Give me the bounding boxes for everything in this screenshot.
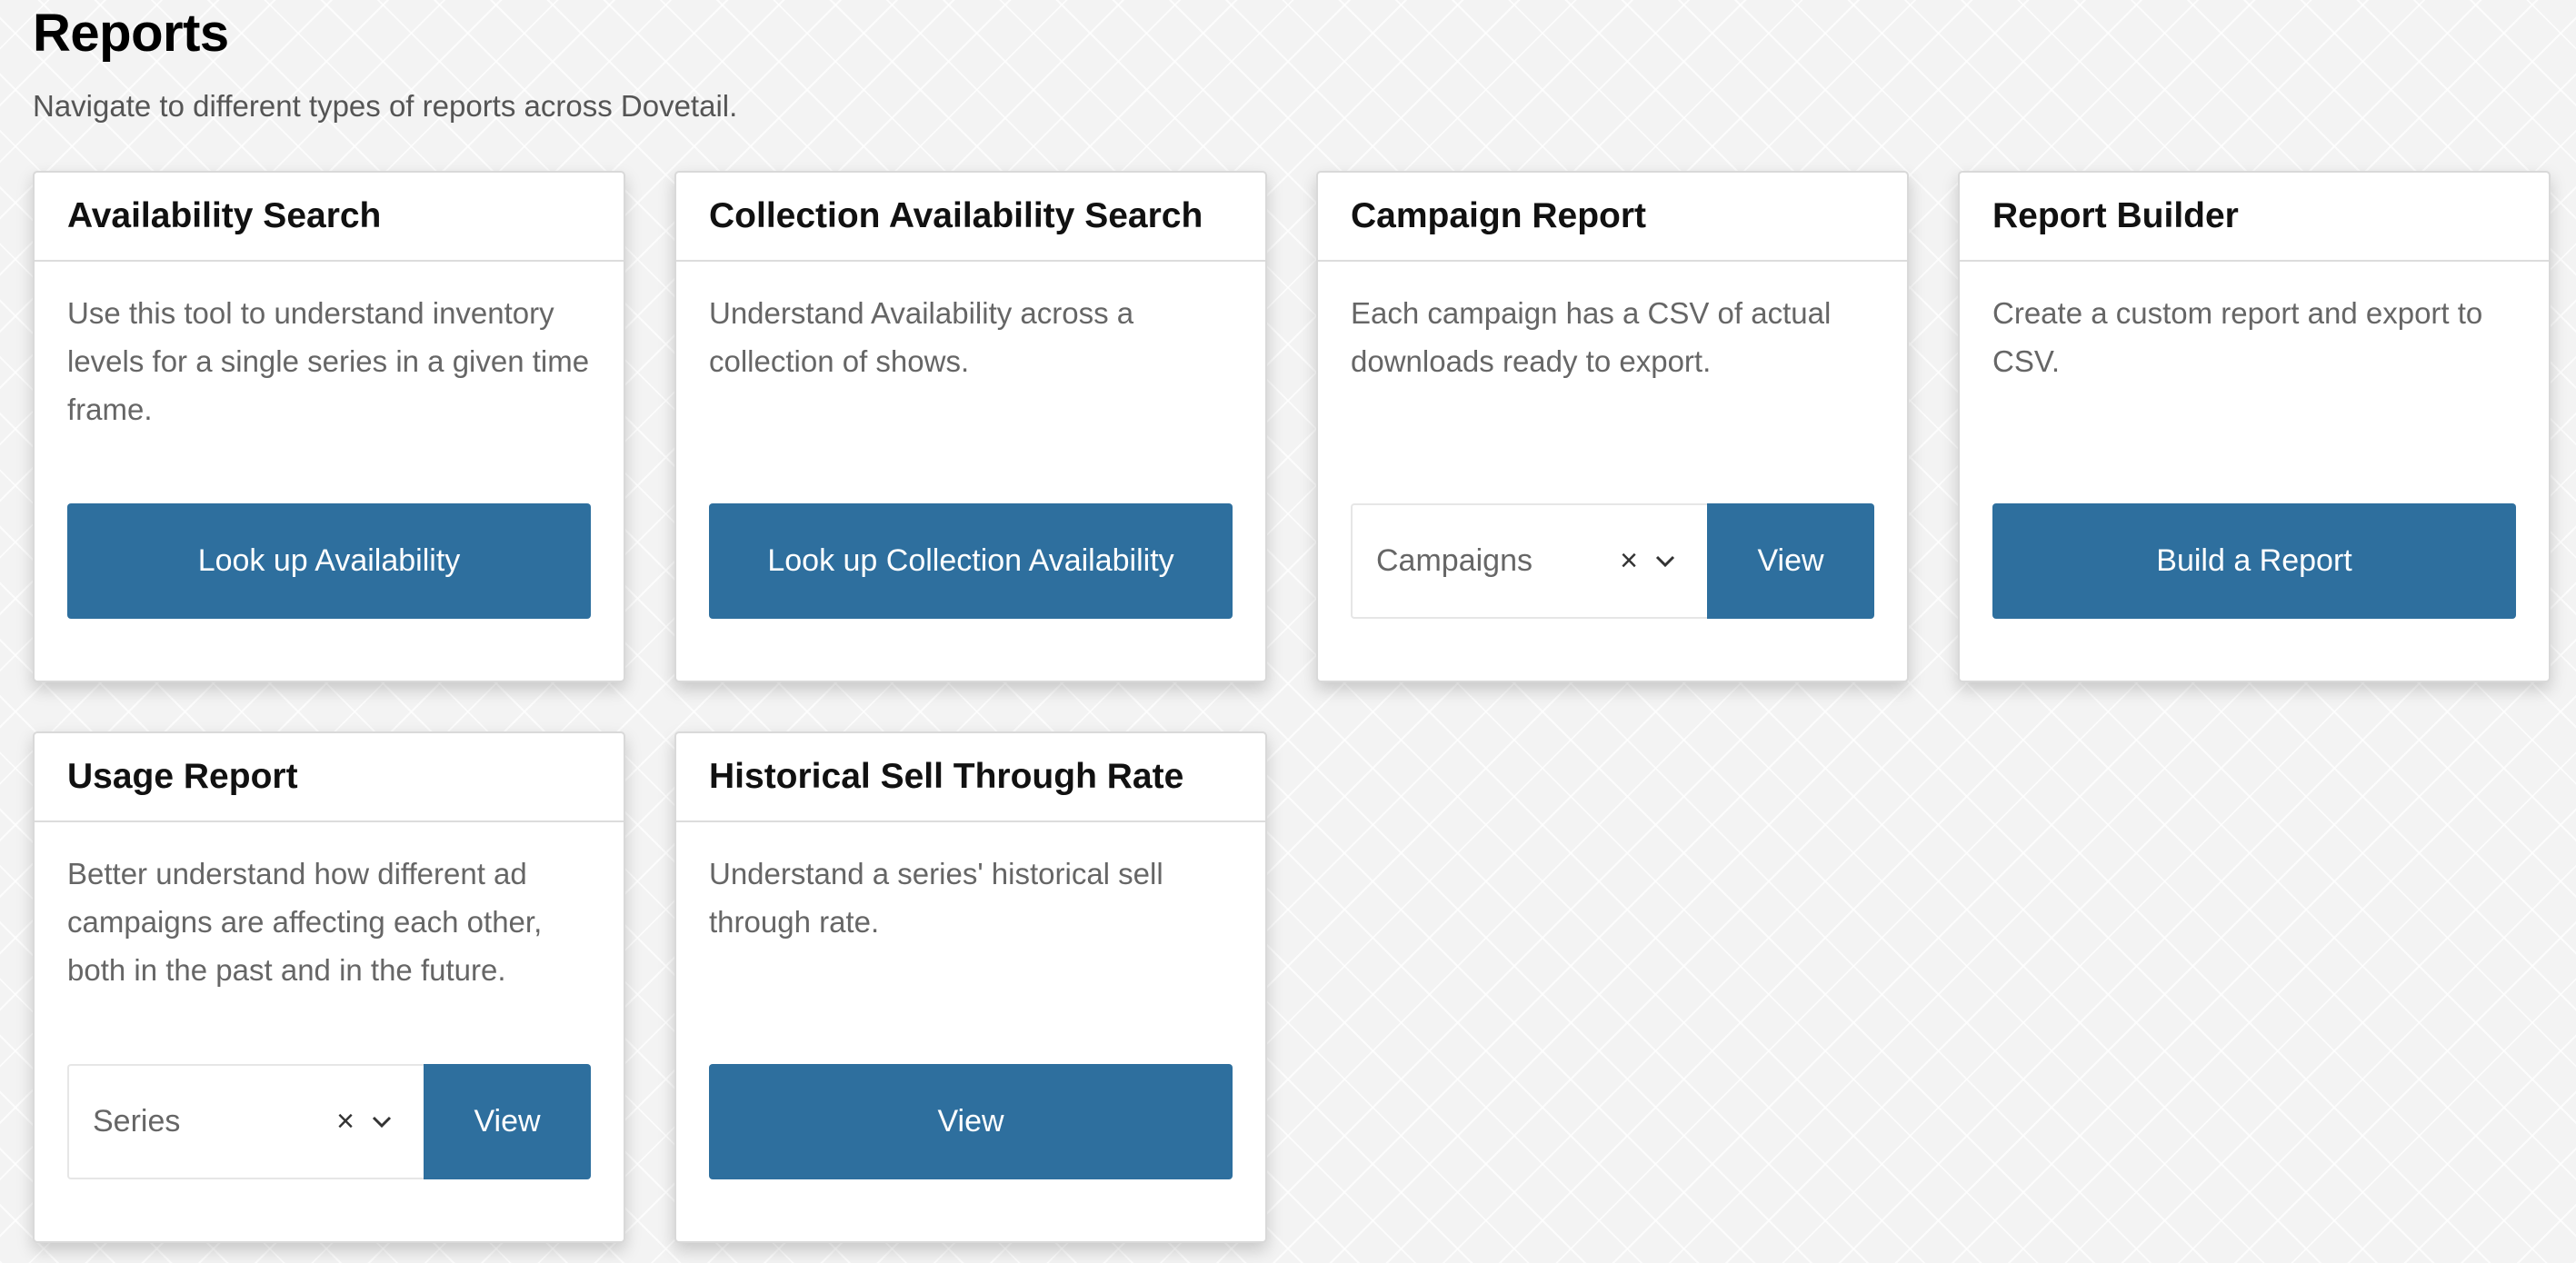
report-cards-grid: Availability Search Use this tool to und… (33, 171, 2551, 1243)
look-up-availability-button[interactable]: Look up Availability (67, 503, 591, 619)
select-value: Series (93, 1104, 181, 1139)
card-description: Each campaign has a CSV of actual downlo… (1351, 296, 1832, 378)
campaign-report-card: Campaign Report Each campaign has a CSV … (1316, 171, 1909, 682)
view-sell-through-button[interactable]: View (709, 1064, 1233, 1179)
card-description: Use this tool to understand inventory le… (67, 296, 590, 426)
campaign-select-row: Campaigns × View (1351, 503, 1874, 619)
card-title: Collection Availability Search (676, 173, 1265, 262)
close-icon[interactable]: × (1611, 543, 1647, 579)
historical-sell-through-rate-card: Historical Sell Through Rate Understand … (674, 731, 1267, 1243)
look-up-collection-availability-button[interactable]: Look up Collection Availability (709, 503, 1233, 619)
series-select-row: Series × View (67, 1064, 591, 1179)
card-title: Campaign Report (1318, 173, 1907, 262)
series-select[interactable]: Series × (67, 1064, 424, 1179)
usage-report-card: Usage Report Better understand how diffe… (33, 731, 625, 1243)
campaign-select[interactable]: Campaigns × (1351, 503, 1707, 619)
page-title: Reports (33, 4, 229, 63)
card-description: Understand Availability across a collect… (709, 296, 1134, 378)
collection-availability-search-card: Collection Availability Search Understan… (674, 171, 1267, 682)
card-description: Better understand how different ad campa… (67, 857, 543, 987)
view-usage-button[interactable]: View (424, 1064, 591, 1179)
reports-page: Reports Navigate to different types of r… (33, 0, 2551, 1243)
view-campaign-button[interactable]: View (1707, 503, 1874, 619)
card-description: Create a custom report and export to CSV… (1992, 296, 2483, 378)
card-title: Availability Search (35, 173, 624, 262)
report-builder-card: Report Builder Create a custom report an… (1958, 171, 2551, 682)
card-description: Understand a series' historical sell thr… (709, 857, 1163, 939)
card-title: Usage Report (35, 733, 624, 822)
page-subtitle: Navigate to different types of reports a… (33, 89, 738, 123)
chevron-down-icon[interactable] (1647, 543, 1683, 580)
availability-search-card: Availability Search Use this tool to und… (33, 171, 625, 682)
build-a-report-button[interactable]: Build a Report (1992, 503, 2516, 619)
chevron-down-icon[interactable] (364, 1104, 400, 1140)
close-icon[interactable]: × (327, 1104, 364, 1139)
card-title: Report Builder (1960, 173, 2549, 262)
card-title: Historical Sell Through Rate (676, 733, 1265, 822)
select-value: Campaigns (1376, 543, 1533, 578)
